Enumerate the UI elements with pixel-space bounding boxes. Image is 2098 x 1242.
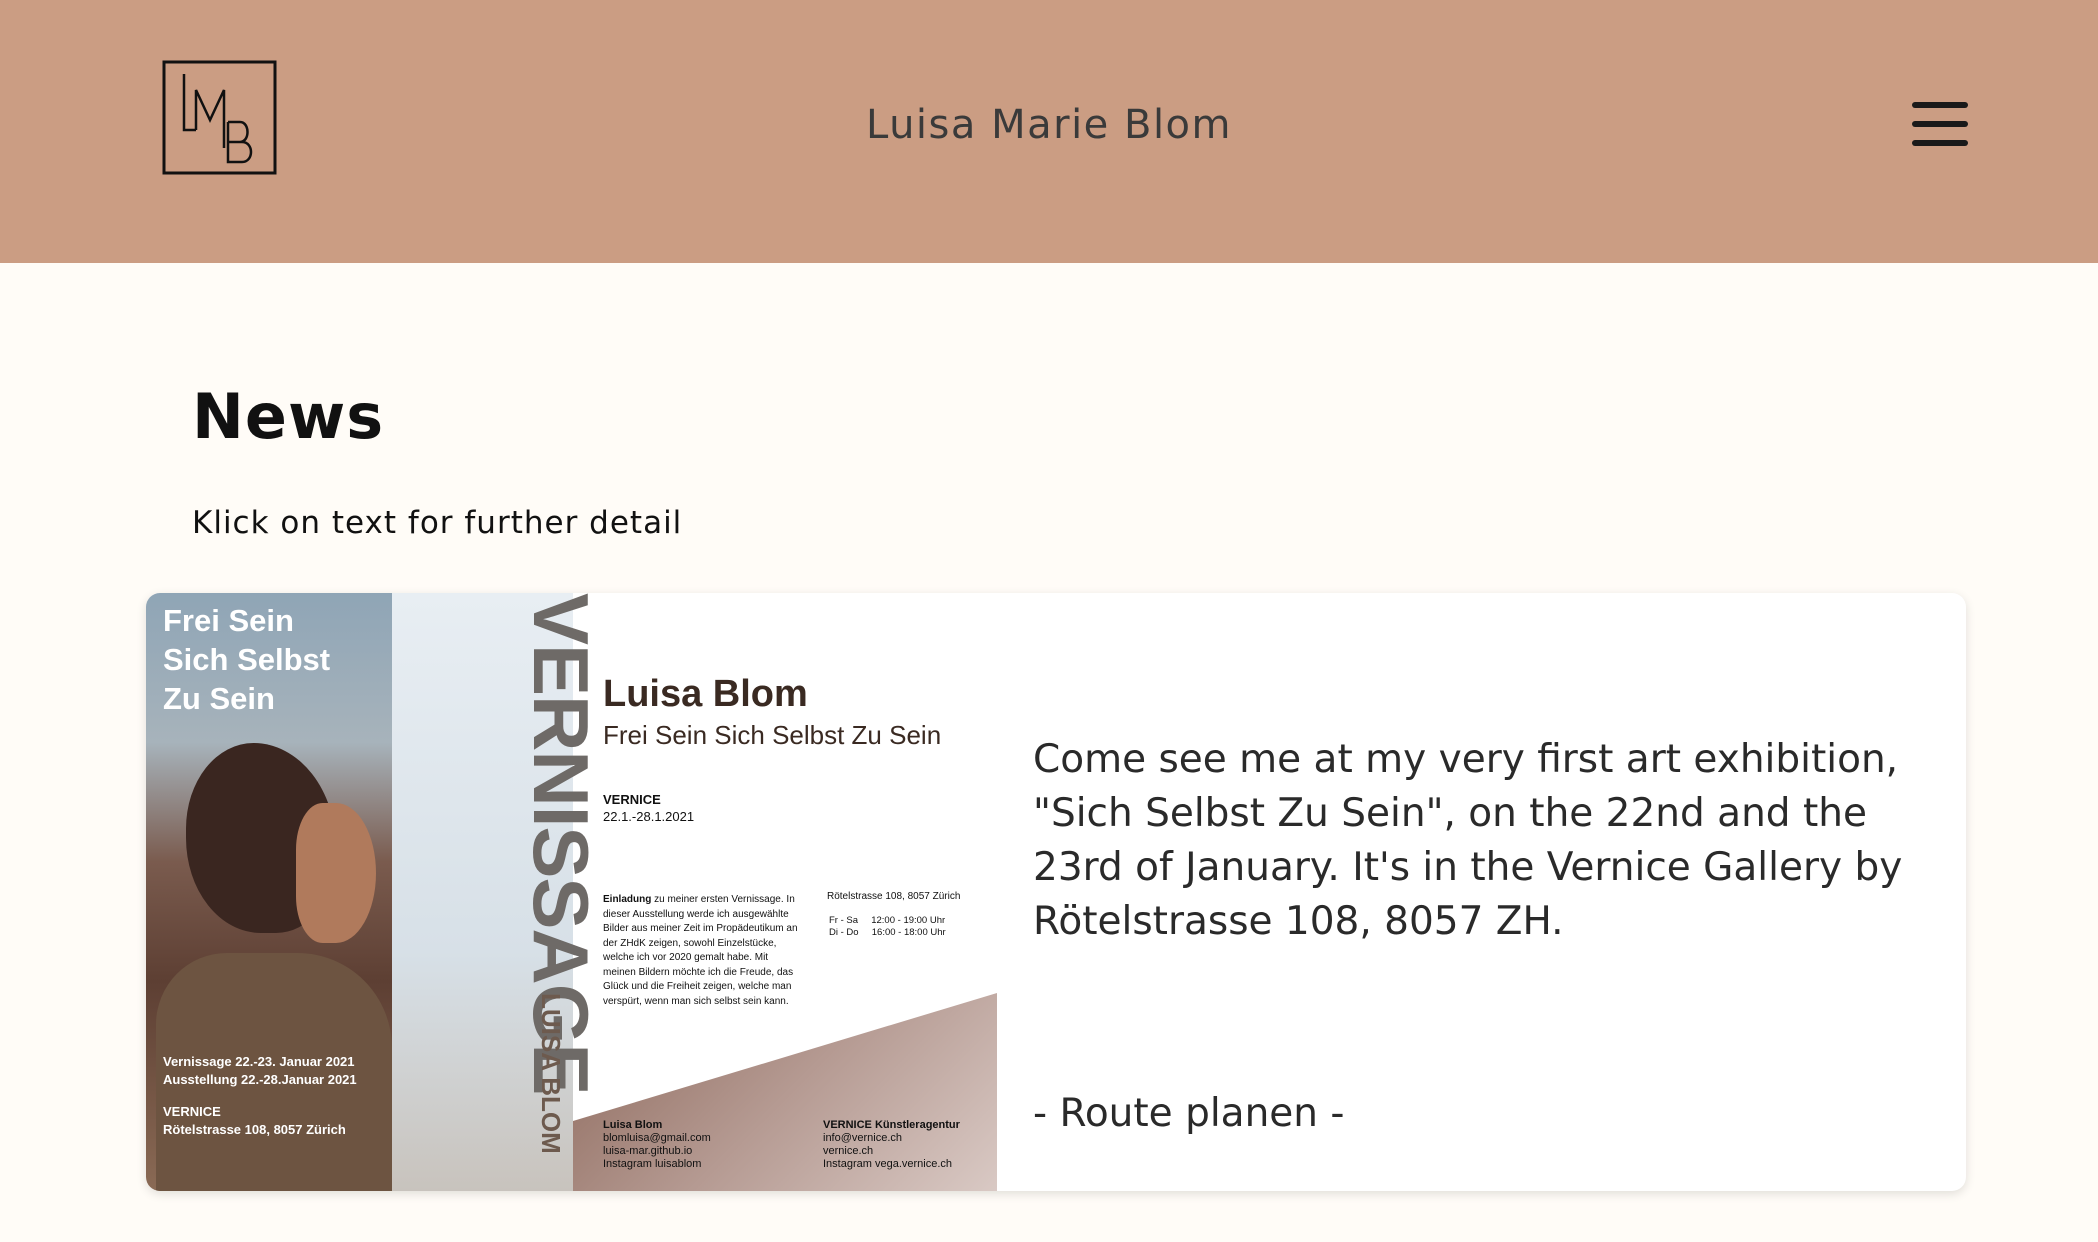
poster-left-dates: Vernissage 22.-23. Januar 2021 Ausstellu…: [163, 1053, 403, 1089]
poster-vertical-name: LUISA BLOM: [536, 993, 566, 1154]
poster-footer-artist: Luisa Blom blomluisa@gmail.com luisa-mar…: [603, 1119, 783, 1171]
poster-footer-line: vernice.ch: [823, 1145, 874, 1157]
poster-figure-face: [296, 803, 376, 943]
poster-subtitle: Frei Sein Sich Selbst Zu Sein: [603, 720, 942, 750]
poster-artist-name: Luisa Blom: [603, 673, 808, 715]
site-header: Luisa Marie Blom: [0, 0, 2098, 263]
menu-bar: [1912, 121, 1968, 127]
poster-vernice-label: VERNICE: [603, 792, 661, 807]
poster-left-title: Frei Sein Sich Selbst Zu Sein: [163, 603, 331, 716]
poster-footer-line: luisa-mar.github.io: [603, 1145, 693, 1157]
poster-hours: Fr - Sa 12:00 - 19:00 Uhr Di - Do 16:00 …: [829, 915, 946, 938]
poster-address: Rötelstrasse 108, 8057 Zürich: [827, 891, 961, 902]
poster-vernice: VERNICE 22.1.-28.1.2021: [603, 791, 694, 825]
site-title: Luisa Marie Blom: [865, 102, 1232, 148]
poster-vernice-dates: 22.1.-28.1.2021: [603, 809, 695, 824]
news-description[interactable]: Come see me at my very first art exhibit…: [1033, 733, 1933, 949]
poster-invitation-text: zu meiner ersten Vernissage. In dieser A…: [603, 894, 798, 1007]
poster-footer-line: VERNICE Künstleragentur: [823, 1119, 960, 1131]
poster-invitation: Einladung zu meiner ersten Vernissage. I…: [603, 893, 803, 1009]
poster-footer-line: Instagram vega.vernice.ch: [823, 1158, 953, 1170]
menu-bar: [1912, 102, 1968, 108]
menu-bar: [1912, 140, 1968, 146]
poster-left-venue: VERNICE Rötelstrasse 108, 8057 Zürich: [163, 1103, 403, 1139]
poster-footer-line: Instagram luisablom: [603, 1158, 702, 1170]
news-heading: News: [192, 380, 385, 453]
news-card[interactable]: Frei Sein Sich Selbst Zu Sein Vernissage…: [146, 593, 1966, 1191]
news-hint: Klick on text for further detail: [192, 505, 683, 541]
poster-footer-gallery: VERNICE Künstleragentur info@vernice.ch …: [823, 1119, 993, 1171]
poster-footer-line: info@vernice.ch: [823, 1132, 903, 1144]
route-link[interactable]: - Route planen -: [1033, 1091, 1344, 1136]
poster-venue-line: Rötelstrasse 108, 8057 Zürich: [163, 1122, 346, 1137]
exhibition-poster-image: Frei Sein Sich Selbst Zu Sein Vernissage…: [146, 593, 997, 1191]
poster-footer-line: blomluisa@gmail.com: [603, 1132, 711, 1144]
poster-dates-line: Vernissage 22.-23. Januar 2021: [163, 1054, 355, 1069]
poster-venue-line: VERNICE: [163, 1104, 221, 1119]
poster-footer-line: Luisa Blom: [603, 1119, 663, 1131]
poster-invitation-lead: Einladung: [603, 894, 652, 905]
poster-dates-line: Ausstellung 22.-28.Januar 2021: [163, 1072, 357, 1087]
hamburger-menu-icon[interactable]: [1912, 102, 1968, 146]
